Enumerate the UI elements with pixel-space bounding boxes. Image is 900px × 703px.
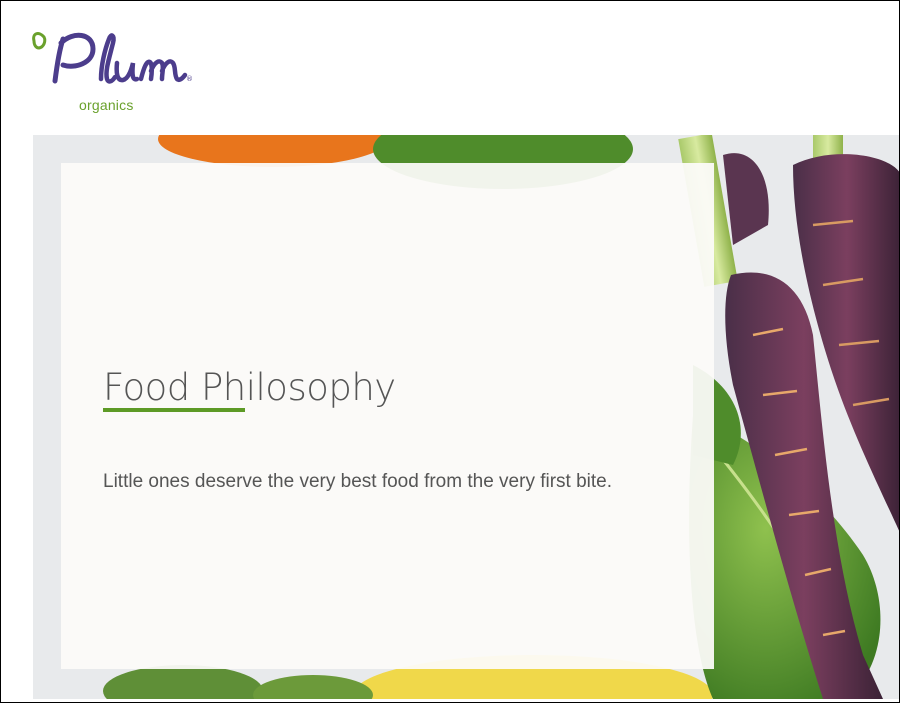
title-underline	[103, 408, 245, 412]
svg-text:®: ®	[186, 75, 193, 83]
plum-organics-logo[interactable]: ® organics	[31, 29, 201, 124]
logo-subtitle: organics	[79, 97, 134, 113]
food-philosophy-card: Food Philosophy Little ones deserve the …	[61, 163, 714, 669]
hero-banner: Food Philosophy Little ones deserve the …	[33, 135, 899, 699]
page-frame: ® organics Food Philosophy Little ones d…	[0, 0, 899, 703]
site-header: ® organics	[1, 1, 899, 135]
philosophy-text: Little ones deserve the very best food f…	[103, 471, 613, 492]
page-title: Food Philosophy	[103, 365, 396, 409]
plum-logo-icon: ®	[32, 32, 193, 84]
